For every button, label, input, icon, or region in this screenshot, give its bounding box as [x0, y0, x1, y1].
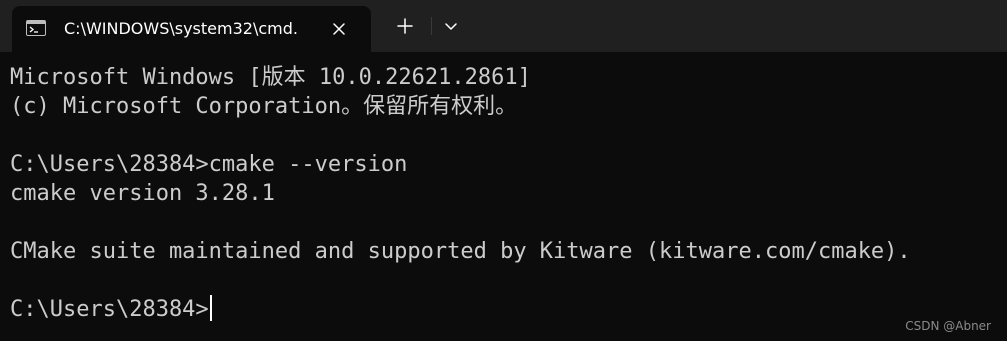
tab-divider [431, 17, 432, 35]
console-line: CMake suite maintained and supported by … [10, 239, 911, 264]
tab-dropdown-button[interactable] [436, 11, 466, 41]
plus-icon [397, 18, 413, 34]
console-line: C:\Users\28384>cmake --version [10, 152, 408, 177]
chevron-down-icon [445, 23, 457, 30]
watermark: CSDN @Abner [905, 319, 991, 333]
console-line: (c) Microsoft Corporation。保留所有权利。 [10, 94, 518, 119]
tab-cmd[interactable]: C:\WINDOWS\system32\cmd. [12, 6, 371, 52]
terminal-window: C:\WINDOWS\system32\cmd. Microsoft Windo… [0, 0, 1007, 341]
text-cursor [209, 295, 212, 321]
close-icon[interactable] [326, 16, 352, 42]
console-line: cmake version 3.28.1 [10, 181, 275, 206]
console-output[interactable]: Microsoft Windows [版本 10.0.22621.2861] (… [0, 52, 1007, 341]
terminal-icon [26, 20, 46, 36]
title-bar: C:\WINDOWS\system32\cmd. [0, 0, 1007, 52]
prompt-line[interactable]: C:\Users\28384> [10, 295, 212, 324]
tab-title: C:\WINDOWS\system32\cmd. [64, 19, 298, 38]
prompt-text: C:\Users\28384> [10, 297, 209, 322]
new-tab-button[interactable] [390, 11, 420, 41]
console-line: Microsoft Windows [版本 10.0.22621.2861] [10, 65, 531, 90]
